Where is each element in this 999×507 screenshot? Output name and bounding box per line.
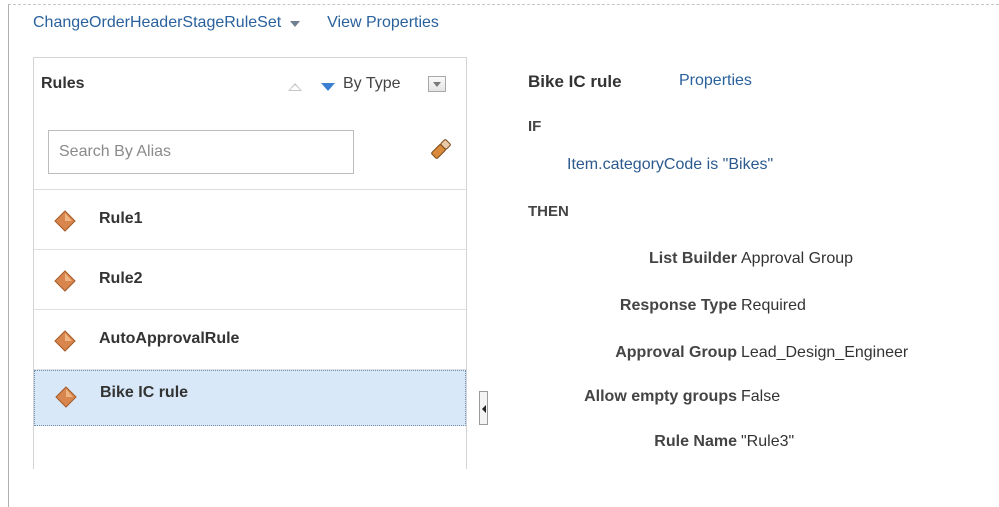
action-key: Response Type <box>619 297 737 314</box>
action-key: Rule Name <box>654 433 737 450</box>
action-value[interactable]: Approval Group <box>741 250 853 268</box>
sort-by-label: By Type <box>343 75 401 92</box>
chevron-left-icon <box>482 405 486 413</box>
rule-list-item[interactable]: Rule1 <box>34 190 466 250</box>
search-area <box>34 108 466 190</box>
rule-label: Bike IC rule <box>100 384 189 401</box>
sort-ascending-icon[interactable] <box>288 83 302 91</box>
action-row-list-builder: List Builder Approval Group <box>520 250 990 274</box>
rule-list-item[interactable]: AutoApprovalRule <box>34 310 466 370</box>
condition-field[interactable]: Item.categoryCode <box>567 156 702 173</box>
action-row-approval-group: Approval Group Lead_Design_Engineer <box>520 344 990 368</box>
rule-condition[interactable]: Item.categoryCode is "Bikes" <box>567 156 773 174</box>
sort-dropdown-button[interactable] <box>428 76 446 92</box>
collapse-panel-handle[interactable] <box>479 391 488 425</box>
condition-value[interactable]: "Bikes" <box>723 156 773 173</box>
condition-operator[interactable]: is <box>707 156 719 173</box>
rules-title: Rules <box>41 75 85 92</box>
action-key: Approval Group <box>615 344 737 361</box>
action-value[interactable]: "Rule3" <box>741 433 794 451</box>
rule-diamond-icon <box>55 386 77 408</box>
rule-label: Rule2 <box>99 270 143 287</box>
eraser-icon[interactable] <box>428 136 454 162</box>
search-input[interactable] <box>48 130 354 174</box>
ruleset-selector[interactable]: ChangeOrderHeaderStageRuleSet <box>33 14 281 32</box>
action-value[interactable]: False <box>741 388 780 406</box>
action-row-allow-empty-groups: Allow empty groups False <box>520 388 990 412</box>
ruleset-bar: ChangeOrderHeaderStageRuleSet View Prope… <box>33 14 439 32</box>
rule-diamond-icon <box>54 270 76 292</box>
rule-diamond-icon <box>54 330 76 352</box>
view-properties-link[interactable]: View Properties <box>327 14 439 32</box>
sort-descending-icon[interactable] <box>321 83 335 91</box>
action-row-response-type: Response Type Required <box>520 297 990 321</box>
action-value[interactable]: Lead_Design_Engineer <box>741 344 908 362</box>
rule-list-item-selected[interactable]: Bike IC rule <box>34 370 466 426</box>
rule-label: Rule1 <box>99 210 143 227</box>
rule-list-item[interactable]: Rule2 <box>34 250 466 310</box>
rule-diamond-icon <box>54 210 76 232</box>
rules-header: Rules By Type <box>34 58 466 108</box>
action-value[interactable]: Required <box>741 297 806 315</box>
rule-detail-title: Bike IC rule <box>528 72 622 91</box>
rule-properties-link[interactable]: Properties <box>679 72 752 90</box>
chevron-down-icon[interactable] <box>290 21 301 27</box>
action-key: List Builder <box>648 250 737 267</box>
rule-label: AutoApprovalRule <box>99 330 240 347</box>
if-label: IF <box>528 118 542 135</box>
action-key: Allow empty groups <box>584 388 737 405</box>
rules-panel: Rules By Type Rule1 <box>33 57 467 469</box>
rule-list: Rule1 Rule2 AutoApprovalRule Bike IC rul… <box>34 190 466 426</box>
then-label: THEN <box>528 203 569 220</box>
chevron-down-icon <box>433 82 441 87</box>
action-row-rule-name: Rule Name "Rule3" <box>520 433 990 457</box>
